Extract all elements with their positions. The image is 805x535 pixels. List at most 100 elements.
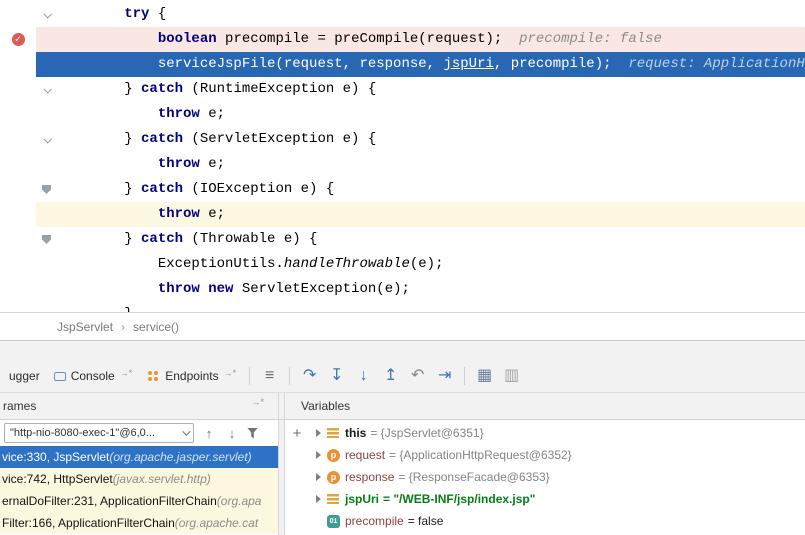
frame-down-icon[interactable]: ↓: [224, 426, 240, 441]
code-text: } catch (RuntimeException e) {: [57, 77, 805, 102]
code-line[interactable]: } catch (IOException e) {: [0, 177, 805, 202]
breakpoint-gutter[interactable]: [0, 252, 36, 277]
primitive-icon: 01: [327, 515, 340, 528]
fold-chevron-icon[interactable]: [43, 10, 51, 18]
code-line[interactable]: serviceJspFile(request, response, jspUri…: [0, 52, 805, 77]
step-into-icon[interactable]: ↧: [323, 364, 350, 388]
fold-gutter[interactable]: [36, 2, 57, 27]
fold-gutter[interactable]: [36, 302, 57, 312]
frame-package: (org.apache.cat: [175, 516, 258, 530]
code-line-body: serviceJspFile(request, response, jspUri…: [36, 52, 805, 77]
breakpoint-gutter[interactable]: [0, 2, 36, 27]
frame-up-icon[interactable]: ↑: [201, 426, 217, 441]
expand-chevron-icon[interactable]: [316, 451, 321, 459]
fold-gutter[interactable]: [36, 127, 57, 152]
variable-row[interactable]: prequest= {ApplicationHttpRequest@6352}: [309, 444, 805, 466]
panel-splitter[interactable]: [278, 420, 285, 535]
breakpoint-gutter[interactable]: [0, 77, 36, 102]
fold-region-icon[interactable]: [42, 185, 51, 194]
fold-region-icon[interactable]: [42, 235, 51, 244]
variable-row[interactable]: this= {JspServlet@6351}: [309, 422, 805, 444]
code-line[interactable]: try {: [0, 2, 805, 27]
variable-row[interactable]: presponse= {ResponseFacade@6353}: [309, 466, 805, 488]
code-line[interactable]: } catch (ServletException e) {: [0, 127, 805, 152]
code-line-body: boolean precompile = preCompile(request)…: [36, 27, 805, 52]
breakpoint-gutter[interactable]: ✓: [0, 27, 36, 52]
breakpoint-gutter[interactable]: [0, 277, 36, 302]
breakpoint-gutter[interactable]: [0, 52, 36, 77]
tool-window-splitter[interactable]: [0, 340, 805, 360]
breakpoint-gutter[interactable]: [0, 152, 36, 177]
variables-panel-header[interactable]: Variables: [285, 393, 805, 419]
fold-gutter[interactable]: [36, 177, 57, 202]
fold-gutter[interactable]: [36, 102, 57, 127]
layout-table-icon[interactable]: ▦: [471, 364, 498, 388]
stack-frame-row[interactable]: ernalDoFilter:231, ApplicationFilterChai…: [0, 490, 278, 512]
code-line[interactable]: throw e;: [0, 102, 805, 127]
code-line[interactable]: }: [0, 302, 805, 312]
thread-row: "http-nio-8080-exec-1"@6,0... ↑ ↓: [0, 420, 278, 446]
breakpoint-icon[interactable]: ✓: [12, 33, 25, 46]
code-line[interactable]: throw e;: [0, 152, 805, 177]
expand-chevron-icon[interactable]: [316, 495, 321, 503]
breakpoint-gutter[interactable]: [0, 202, 36, 227]
frames-list: vice:330, JspServlet (org.apache.jasper.…: [0, 446, 278, 535]
step-over-icon[interactable]: ↷: [296, 364, 323, 388]
variable-row[interactable]: 01precompile= false: [309, 510, 805, 532]
panel-splitter[interactable]: [278, 393, 285, 419]
tab-endpoints[interactable]: Endpoints →*: [139, 360, 243, 392]
breadcrumb-class[interactable]: JspServlet: [57, 320, 113, 334]
fold-chevron-icon[interactable]: [43, 135, 51, 143]
fold-gutter[interactable]: [36, 152, 57, 177]
stack-frame-row[interactable]: vice:330, JspServlet (org.apache.jasper.…: [0, 446, 278, 468]
tab-debugger[interactable]: ugger: [2, 360, 47, 392]
force-step-into-icon[interactable]: ↓: [350, 364, 377, 388]
breakpoint-gutter[interactable]: [0, 302, 36, 312]
breadcrumb-method[interactable]: service(): [133, 320, 179, 334]
frame-location: vice:330, JspServlet: [2, 450, 109, 464]
fold-chevron-icon[interactable]: [43, 85, 51, 93]
frame-location: ernalDoFilter:231, ApplicationFilterChai…: [2, 494, 217, 508]
variables-toolbar: +: [285, 420, 309, 535]
code-line[interactable]: } catch (RuntimeException e) {: [0, 77, 805, 102]
code-line-body: }: [36, 302, 805, 312]
variable-icon: [327, 494, 339, 504]
menu-icon[interactable]: ≡: [256, 364, 283, 388]
code-line[interactable]: ExceptionUtils.handleThrowable(e);: [0, 252, 805, 277]
breakpoint-gutter[interactable]: [0, 227, 36, 252]
frames-title: rames: [3, 399, 36, 413]
drop-frame-icon[interactable]: ↶: [404, 364, 431, 388]
tab-console[interactable]: Console →*: [47, 360, 140, 392]
fold-gutter[interactable]: [36, 52, 57, 77]
expand-chevron-icon[interactable]: [316, 473, 321, 481]
code-line[interactable]: throw e;: [0, 202, 805, 227]
frames-panel-header[interactable]: rames →*: [0, 393, 278, 419]
add-watch-button[interactable]: +: [293, 425, 302, 442]
breakpoint-gutter[interactable]: [0, 177, 36, 202]
filter-funnel-icon[interactable]: [247, 428, 258, 439]
fold-gutter[interactable]: [36, 77, 57, 102]
fold-gutter[interactable]: [36, 252, 57, 277]
fold-gutter[interactable]: [36, 27, 57, 52]
code-line-body: ExceptionUtils.handleThrowable(e);: [36, 252, 805, 277]
fold-gutter[interactable]: [36, 227, 57, 252]
expand-chevron-icon[interactable]: [316, 429, 321, 437]
code-line[interactable]: throw new ServletException(e);: [0, 277, 805, 302]
thread-selector[interactable]: "http-nio-8080-exec-1"@6,0...: [4, 423, 194, 443]
tool-tabs: ugger Console →* Endpoints →*: [2, 360, 243, 392]
layout-grid-icon[interactable]: ▥: [498, 364, 525, 388]
fold-gutter[interactable]: [36, 277, 57, 302]
step-out-icon[interactable]: ↥: [377, 364, 404, 388]
code-line-body: } catch (Throwable e) {: [36, 227, 805, 252]
variable-row[interactable]: jspUri= "/WEB-INF/jsp/index.jsp": [309, 488, 805, 510]
code-line[interactable]: } catch (Throwable e) {: [0, 227, 805, 252]
fold-gutter[interactable]: [36, 202, 57, 227]
run-to-cursor-icon[interactable]: ⇥: [431, 364, 458, 388]
tab-label: ugger: [9, 369, 40, 383]
breakpoint-gutter[interactable]: [0, 127, 36, 152]
code-line[interactable]: ✓ boolean precompile = preCompile(reques…: [0, 27, 805, 52]
stack-frame-row[interactable]: Filter:166, ApplicationFilterChain (org.…: [0, 512, 278, 534]
breakpoint-gutter[interactable]: [0, 102, 36, 127]
stack-frame-row[interactable]: vice:742, HttpServlet (javax.servlet.htt…: [0, 468, 278, 490]
code-editor[interactable]: try {✓ boolean precompile = preCompile(r…: [0, 0, 805, 312]
